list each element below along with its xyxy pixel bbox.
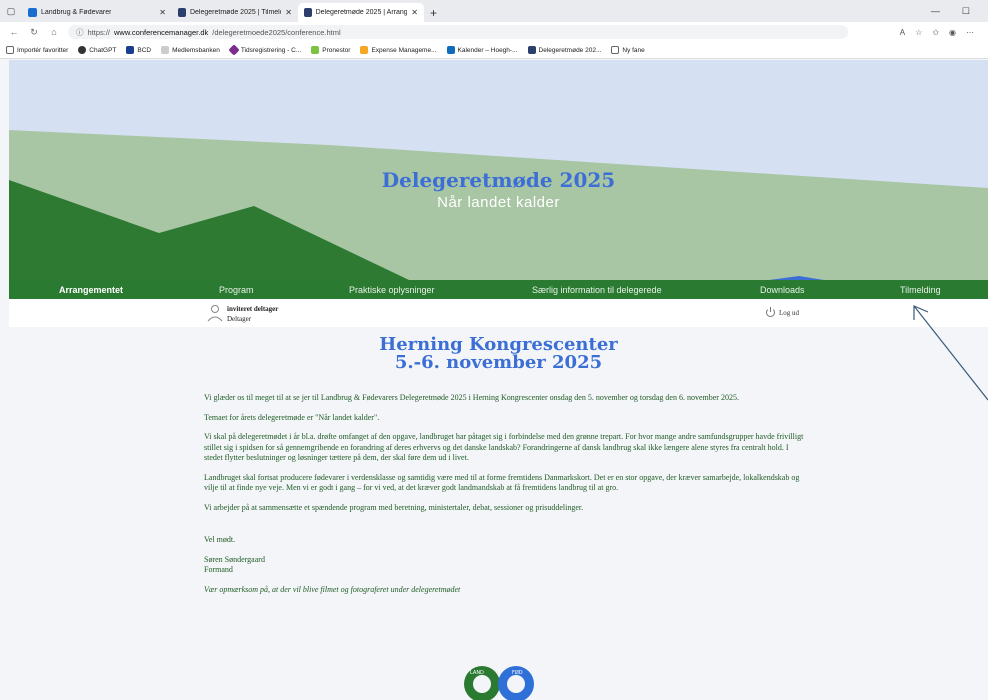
tab-title: Delegeretmøde 2025 | Arrangem…: [315, 9, 408, 16]
filming-notice: Vær opmærksom på, at der vil blive filme…: [204, 584, 461, 594]
page-icon: [161, 46, 170, 54]
tab-favicon-icon: [304, 8, 312, 17]
bookmark-item[interactable]: Expense Manageme...: [360, 46, 437, 54]
url-path: /delegeretmoede2025/conference.html: [212, 27, 341, 37]
user-bar: inviteret deltager Deltager Log ud: [9, 299, 988, 327]
nav-item-praktiske-oplysninger[interactable]: Praktiske oplysninger: [349, 280, 435, 299]
bookmark-label: Tidsregistrering - C...: [240, 46, 302, 54]
url-prefix: https://: [87, 27, 111, 37]
expense-icon: [360, 46, 369, 54]
nav-item-tilmelding[interactable]: Tilmelding: [900, 280, 941, 299]
minimize-icon[interactable]: —: [931, 6, 940, 16]
hero-title: Delegeretmøde 2025: [381, 168, 616, 192]
conference-icon: [527, 46, 536, 54]
new-tab-icon: [611, 46, 620, 54]
read-aloud-icon[interactable]: A: [900, 28, 905, 37]
bookmark-label: Ny fane: [622, 46, 645, 54]
logout-button[interactable]: Log ud: [766, 307, 800, 317]
paragraph: Vi arbejder på at sammensætte et spænden…: [204, 502, 584, 512]
web-page: Delegeretmøde 2025 Når landet kalder Arr…: [9, 60, 988, 700]
browser-tools: A ☆ ✩ ◉ ⋯: [900, 28, 988, 37]
bookmark-item[interactable]: BCD: [126, 46, 151, 54]
reload-icon[interactable]: ↻: [28, 27, 40, 38]
site-info-icon[interactable]: ⓘ: [76, 27, 84, 38]
bookmark-label: Expense Manageme...: [371, 46, 437, 54]
profile-icon[interactable]: ◉: [949, 28, 956, 37]
bookmark-item[interactable]: Tidsregistrering - C...: [228, 44, 302, 56]
bookmark-item[interactable]: Delegeretmøde 202...: [527, 46, 602, 54]
more-icon[interactable]: ⋯: [966, 28, 974, 37]
bookmark-label: Importér favoritter: [17, 46, 69, 54]
tab-title: Landbrug & Fødevarer: [41, 9, 112, 16]
bookmark-item[interactable]: Importér favoritter: [6, 46, 68, 54]
user-name: inviteret deltager: [227, 305, 279, 313]
nav-item-program[interactable]: Program: [219, 280, 254, 299]
main-navigation: Arrangementet Program Praktiske oplysnin…: [9, 280, 988, 299]
tab-favicon-icon: [178, 8, 186, 17]
home-icon[interactable]: ⌂: [48, 27, 60, 37]
pronestor-icon: [311, 46, 320, 54]
venue-heading: Herning Kongrescenter 5.-6. november 202…: [9, 336, 988, 372]
favorites-icon[interactable]: ✩: [932, 28, 939, 37]
greeting: Vel mødt.: [204, 535, 236, 544]
browser-tab-1[interactable]: Landbrug & Fødevarer ✕: [22, 3, 172, 22]
hero-subtitle: Når landet kalder: [437, 194, 560, 211]
bookmark-label: Pronestor: [322, 46, 351, 54]
svg-text:LAND: LAND: [470, 670, 484, 676]
paragraph: Landbruget skal fortsat producere fødeva…: [204, 472, 800, 493]
tab-favicon-icon: [28, 8, 37, 17]
tab-close-icon[interactable]: ✕: [285, 8, 292, 17]
nav-item-downloads[interactable]: Downloads: [760, 280, 805, 299]
bookmark-label: BCD: [137, 46, 152, 54]
user-icon: [207, 305, 223, 322]
hero-banner: Delegeretmøde 2025 Når landet kalder: [9, 60, 988, 280]
browser-tabbar: ▢ Landbrug & Fødevarer ✕ Delegeretmøde 2…: [0, 0, 988, 22]
svg-text:FØD: FØD: [512, 669, 523, 676]
landbrug-foedevarer-logo: LAND FØD: [464, 666, 534, 700]
window-controls: — ☐: [931, 0, 988, 22]
bcd-icon: [126, 46, 135, 54]
address-bar-row: ← ↻ ⌂ ⓘ https://www.conferencemanager.dk…: [0, 22, 988, 42]
tab-close-icon[interactable]: ✕: [159, 8, 166, 17]
new-tab-button[interactable]: +: [424, 3, 443, 22]
outlook-icon: [446, 46, 455, 54]
bookmark-item[interactable]: Medlemsbanken: [161, 46, 220, 54]
bookmark-item[interactable]: ChatGPT: [78, 46, 116, 54]
intro-text: Vi glæder os til meget til at se jer til…: [204, 393, 804, 604]
user-role: Deltager: [227, 315, 252, 323]
tab-title: Delegeretmøde 2025 | Tilmelding: [189, 9, 281, 16]
bookmark-label: ChatGPT: [89, 46, 117, 54]
import-icon: [6, 46, 14, 54]
power-icon: [766, 307, 775, 317]
bookmark-label: Delegeretmøde 202...: [538, 46, 602, 54]
back-icon[interactable]: ←: [8, 27, 20, 37]
url-field[interactable]: ⓘ https://www.conferencemanager.dk/deleg…: [68, 25, 848, 39]
diamond-icon: [228, 44, 240, 56]
nav-item-arrangementet[interactable]: Arrangementet: [59, 280, 123, 299]
bookmark-item[interactable]: Pronestor: [311, 46, 350, 54]
favorite-star-icon[interactable]: ☆: [915, 28, 922, 37]
paragraph: Temaet for årets delegeretmøde er "Når l…: [204, 412, 380, 422]
paragraph: Vi glæder os til meget til at se jer til…: [204, 393, 739, 402]
bookmark-item[interactable]: Kalender – Hoegh-...: [446, 46, 518, 54]
logout-label: Log ud: [779, 308, 800, 317]
paragraph: Vi skal på delegeretmødet i år bl.a. drø…: [204, 432, 804, 462]
bookmark-item[interactable]: Ny fane: [611, 46, 645, 54]
browser-tab-3[interactable]: Delegeretmøde 2025 | Arrangem… ✕: [298, 3, 424, 22]
venue-dates: 5.-6. november 2025: [394, 352, 603, 373]
tab-actions-icon[interactable]: ▢: [0, 0, 22, 22]
signer-title: Formand: [204, 565, 233, 574]
bookmarks-bar: Importér favoritter ChatGPT BCD Medlemsb…: [0, 42, 988, 59]
signer-name: Søren Søndergaard: [204, 554, 265, 564]
tab-close-icon[interactable]: ✕: [411, 8, 418, 17]
signature: Søren Søndergaard Formand: [204, 555, 804, 576]
browser-tab-2[interactable]: Delegeretmøde 2025 | Tilmelding ✕: [172, 3, 298, 22]
nav-item-saerlig-information[interactable]: Særlig information til delegerede: [532, 280, 662, 299]
bookmark-label: Kalender – Hoegh-...: [457, 46, 518, 54]
chatgpt-icon: [78, 46, 87, 54]
bookmark-label: Medlemsbanken: [172, 46, 220, 54]
url-host: www.conferencemanager.dk: [114, 27, 209, 37]
maximize-icon[interactable]: ☐: [962, 6, 970, 17]
